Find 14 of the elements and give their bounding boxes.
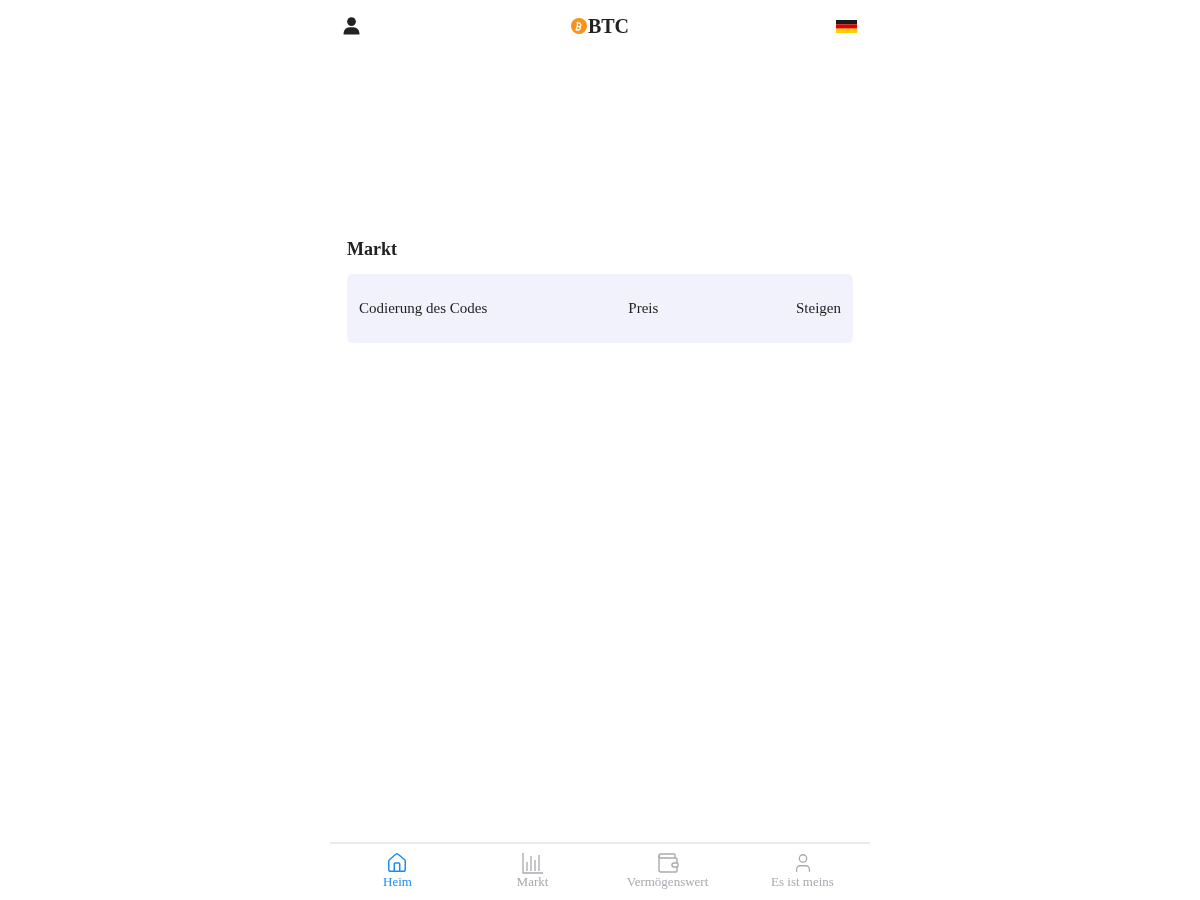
coin-icon (570, 18, 587, 34)
section-title: Markt (347, 238, 398, 260)
tab[interactable]: Heim (383, 844, 412, 890)
bar-chart-icon (520, 852, 545, 874)
column-header: Steigen (795, 300, 841, 317)
tab[interactable]: Markt (516, 844, 549, 890)
column-header: Codierung des Codes (359, 300, 488, 317)
tab[interactable]: Es ist meins (771, 844, 834, 890)
user-icon[interactable] (343, 17, 360, 35)
column-header: Preis (628, 300, 659, 317)
wallet-icon (655, 852, 680, 874)
tab[interactable]: Vermögenswert (626, 844, 709, 890)
flag-icon[interactable] (836, 19, 857, 33)
app-title: BTC (587, 14, 630, 38)
